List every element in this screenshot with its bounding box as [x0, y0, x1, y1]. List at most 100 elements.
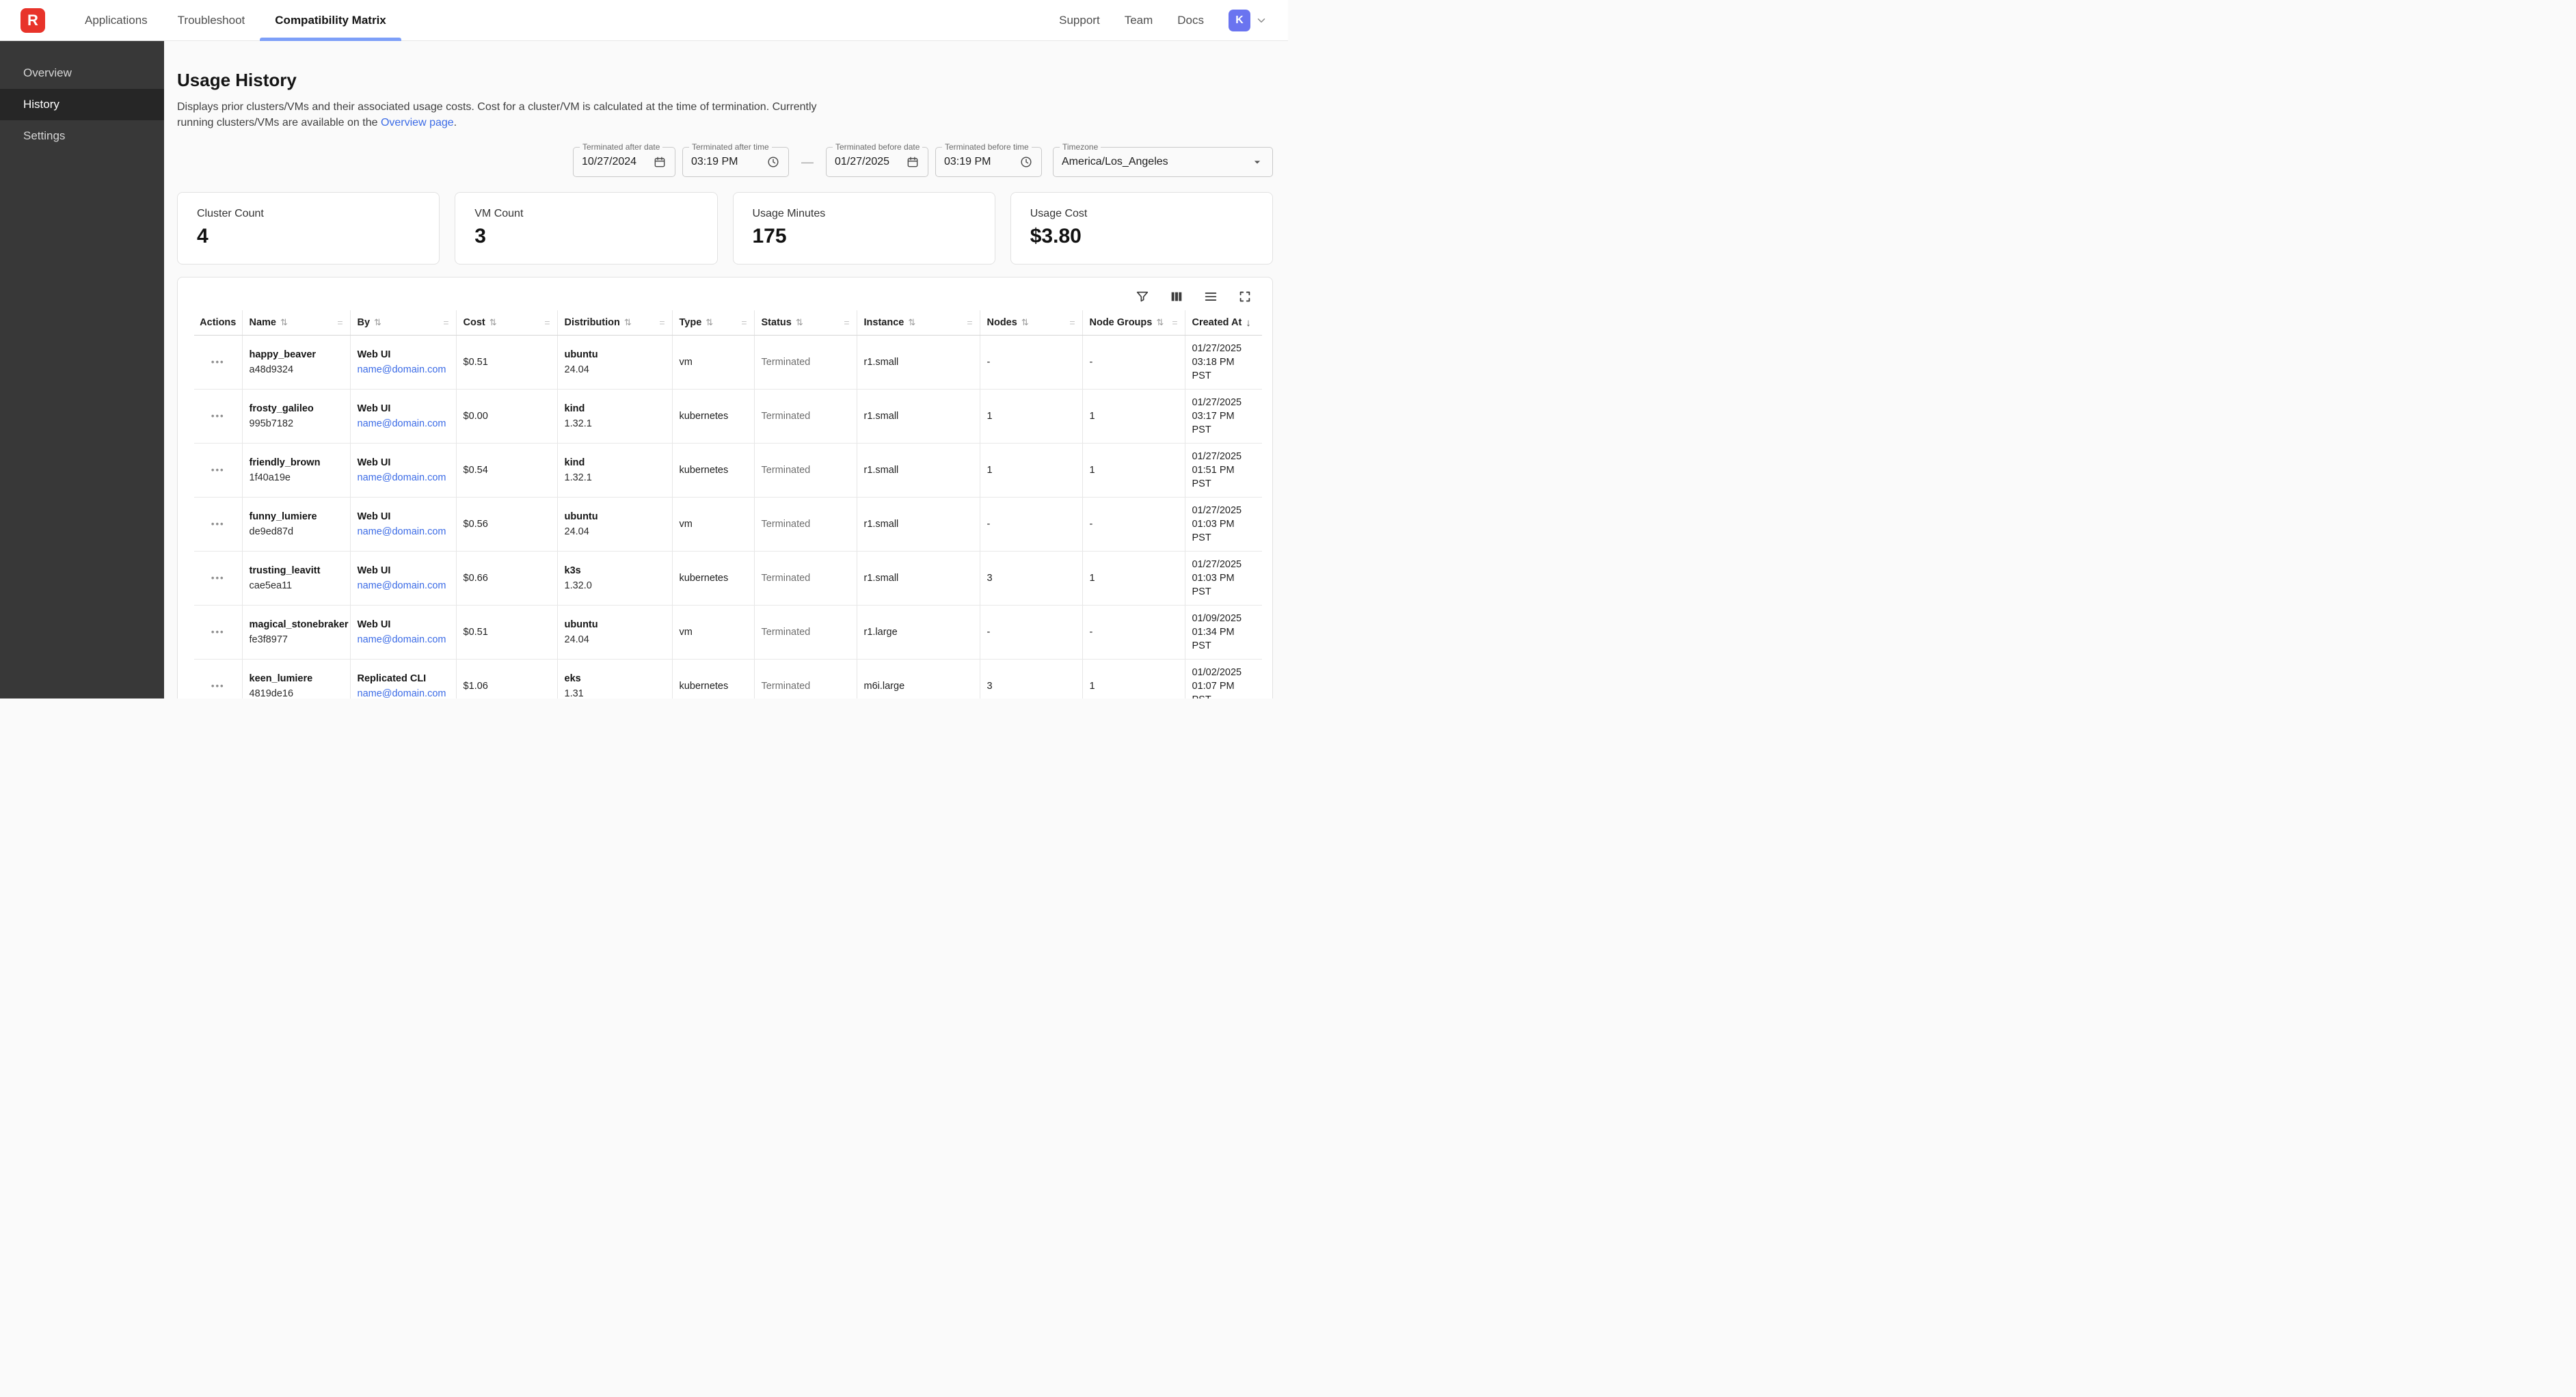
column-header-node-groups[interactable]: Node Groups⇅=: [1082, 310, 1185, 335]
cost-value: $0.54: [464, 465, 488, 476]
column-resize-handle-icon[interactable]: =: [844, 317, 849, 328]
column-resize-handle-icon[interactable]: =: [544, 317, 550, 328]
nav-link-docs[interactable]: Docs: [1177, 14, 1204, 27]
column-label: Name: [250, 317, 277, 328]
sort-icon: ⇅: [796, 317, 803, 328]
column-header-type[interactable]: Type⇅=: [672, 310, 754, 335]
status-badge: Terminated: [762, 411, 811, 422]
column-resize-handle-icon[interactable]: =: [1172, 317, 1177, 328]
nav-link-team[interactable]: Team: [1125, 14, 1153, 27]
nodes-value: -: [987, 519, 991, 530]
nav-item-compatibility-matrix[interactable]: Compatibility Matrix: [260, 0, 401, 40]
terminated-after-date-input[interactable]: Terminated after date 10/27/2024: [573, 147, 675, 177]
timezone-select[interactable]: Timezone America/Los_Angeles: [1053, 147, 1273, 177]
type-cell: vm: [672, 335, 754, 389]
distribution-name: k3s: [565, 564, 665, 578]
cluster-name: magical_stonebraker: [250, 618, 343, 632]
sort-icon: ⇅: [374, 317, 381, 328]
cluster-id: 995b7182: [250, 417, 343, 431]
calendar-icon[interactable]: [646, 155, 667, 169]
instance-value: r1.small: [864, 465, 899, 476]
created-at-cell: 01/27/202503:18 PM PST: [1185, 335, 1262, 389]
email-link[interactable]: name@domain.com: [358, 525, 446, 539]
column-header-distribution[interactable]: Distribution⇅=: [557, 310, 672, 335]
instance-cell: r1.small: [857, 389, 980, 443]
column-header-instance[interactable]: Instance⇅=: [857, 310, 980, 335]
column-header-nodes[interactable]: Nodes⇅=: [980, 310, 1082, 335]
usage-history-table-card: ActionsName⇅=By⇅=Cost⇅=Distribution⇅=Typ…: [177, 277, 1273, 698]
column-header-created-at[interactable]: Created At↓: [1185, 310, 1262, 335]
email-link[interactable]: name@domain.com: [358, 633, 446, 647]
nodes-cell: 3: [980, 551, 1082, 605]
sidebar-item-history[interactable]: History: [0, 89, 164, 120]
email-link[interactable]: name@domain.com: [358, 471, 446, 485]
clock-icon[interactable]: [760, 155, 780, 169]
sort-icon: ⇅: [908, 317, 915, 328]
replicated-logo[interactable]: R: [21, 8, 45, 33]
overview-page-link[interactable]: Overview page: [381, 117, 454, 128]
status-cell: Terminated: [754, 497, 857, 551]
filter-icon[interactable]: [1134, 288, 1151, 305]
nav-link-support[interactable]: Support: [1059, 14, 1100, 27]
column-resize-handle-icon[interactable]: =: [967, 317, 972, 328]
created-by-source: Web UI: [358, 618, 449, 632]
avatar[interactable]: K: [1229, 10, 1250, 31]
email-link[interactable]: name@domain.com: [358, 363, 446, 377]
row-more-options-button[interactable]: •••: [209, 463, 228, 476]
row-more-options-button[interactable]: •••: [209, 355, 228, 368]
column-header-by[interactable]: By⇅=: [350, 310, 456, 335]
distribution-cell: eks1.31: [557, 659, 672, 698]
column-resize-handle-icon[interactable]: =: [741, 317, 747, 328]
column-label: Cost: [464, 317, 485, 328]
email-link[interactable]: name@domain.com: [358, 687, 446, 698]
terminated-before-date-input[interactable]: Terminated before date 01/27/2025: [826, 147, 928, 177]
type-cell: vm: [672, 497, 754, 551]
email-link[interactable]: name@domain.com: [358, 417, 446, 431]
actions-cell: •••: [194, 659, 242, 698]
column-resize-handle-icon[interactable]: =: [659, 317, 665, 328]
column-resize-handle-icon[interactable]: =: [1069, 317, 1075, 328]
density-icon[interactable]: [1203, 288, 1219, 305]
row-more-options-button[interactable]: •••: [209, 679, 228, 692]
instance-value: r1.small: [864, 573, 899, 584]
terminated-before-time-input[interactable]: Terminated before time 03:19 PM: [935, 147, 1042, 177]
row-more-options-button[interactable]: •••: [209, 517, 228, 530]
column-header-name[interactable]: Name⇅=: [242, 310, 350, 335]
created-at-cell: 01/02/202501:07 PM PST: [1185, 659, 1262, 698]
secondary-nav: Support Team Docs K: [1059, 10, 1267, 31]
column-resize-handle-icon[interactable]: =: [337, 317, 343, 328]
sidebar-item-overview[interactable]: Overview: [0, 57, 164, 89]
row-more-options-button[interactable]: •••: [209, 625, 228, 638]
type-value: vm: [680, 627, 693, 638]
distribution-name: kind: [565, 402, 665, 416]
cluster-id: 4819de16: [250, 687, 343, 698]
table-row: ••• magical_stonebrakerfe3f8977 Web UIna…: [194, 605, 1262, 659]
column-label: Nodes: [987, 317, 1017, 328]
sidebar-item-settings[interactable]: Settings: [0, 120, 164, 152]
nav-item-troubleshoot[interactable]: Troubleshoot: [163, 0, 260, 40]
stat-card-vm-count: VM Count 3: [455, 192, 717, 265]
instance-cell: r1.large: [857, 605, 980, 659]
by-cell: Web UIname@domain.com: [350, 497, 456, 551]
columns-icon[interactable]: [1168, 288, 1185, 305]
row-more-options-button[interactable]: •••: [209, 571, 228, 584]
clock-icon[interactable]: [1012, 155, 1033, 169]
fullscreen-icon[interactable]: [1237, 288, 1253, 305]
column-header-cost[interactable]: Cost⇅=: [456, 310, 557, 335]
name-cell: keen_lumiere4819de16: [242, 659, 350, 698]
calendar-icon[interactable]: [899, 155, 920, 169]
type-cell: kubernetes: [672, 659, 754, 698]
column-resize-handle-icon[interactable]: =: [443, 317, 448, 328]
column-header-status[interactable]: Status⇅=: [754, 310, 857, 335]
created-time: 01:07 PM PST: [1192, 679, 1256, 698]
email-link[interactable]: name@domain.com: [358, 579, 446, 593]
account-menu[interactable]: K: [1229, 10, 1267, 31]
created-time: 01:34 PM PST: [1192, 625, 1256, 653]
cost-value: $0.51: [464, 627, 488, 638]
field-value: 03:19 PM: [691, 156, 738, 168]
nav-item-applications[interactable]: Applications: [70, 0, 163, 40]
terminated-after-time-input[interactable]: Terminated after time 03:19 PM: [682, 147, 789, 177]
nodes-value: 3: [987, 573, 993, 584]
created-by-source: Web UI: [358, 564, 449, 578]
row-more-options-button[interactable]: •••: [209, 409, 228, 422]
